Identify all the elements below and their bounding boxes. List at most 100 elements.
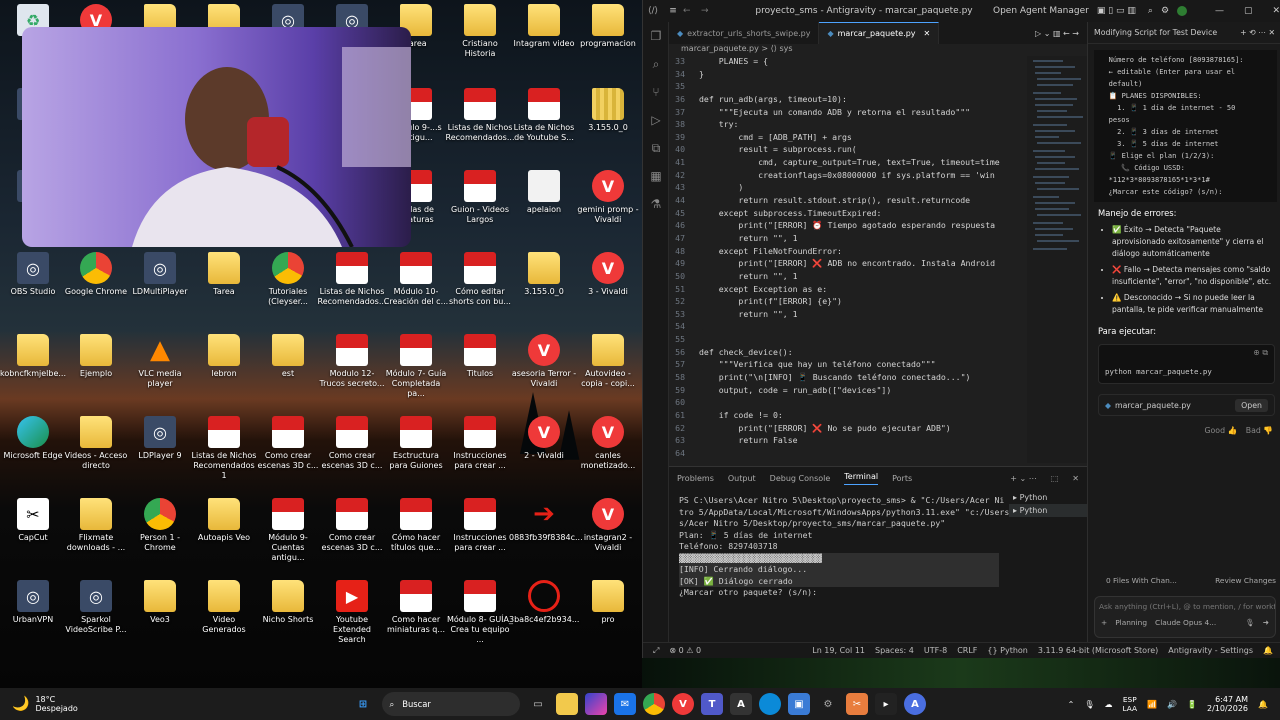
minimize-button[interactable]: — bbox=[1215, 6, 1224, 16]
desktop-icon[interactable]: Google Chrome bbox=[63, 252, 129, 326]
breadcrumb[interactable]: marcar_paquete.py > ⟨⟩ sys bbox=[669, 44, 1087, 56]
desktop-icon[interactable]: ◎ OBS Studio bbox=[0, 252, 66, 326]
tab-problems[interactable]: Problems bbox=[677, 474, 714, 483]
remote-icon[interactable]: ⧉ bbox=[643, 134, 669, 162]
desktop-icon[interactable]: ➔ 0883fb39f8384c... bbox=[509, 498, 583, 572]
copilot-icon[interactable] bbox=[585, 693, 607, 715]
desktop-icon[interactable]: Ejemplo bbox=[63, 334, 129, 408]
eol[interactable]: CRLF bbox=[957, 646, 977, 655]
code-line[interactable]: 59 output, code = run_adb(["devices"]) bbox=[669, 385, 1024, 398]
indentation[interactable]: Spaces: 4 bbox=[875, 646, 914, 655]
desktop-icon[interactable]: 3.155.0_0 bbox=[575, 88, 641, 162]
desktop-icon[interactable]: ◎ LDPlayer 9 bbox=[127, 416, 193, 490]
code-line[interactable]: 41 cmd, capture_output=True, text=True, … bbox=[669, 157, 1024, 170]
desktop-icon[interactable]: pro bbox=[575, 580, 641, 654]
start-button[interactable]: ⊞ bbox=[352, 693, 374, 715]
chat-input-box[interactable]: Ask anything (Ctrl+L), @ to mention, / f… bbox=[1094, 596, 1276, 638]
search-box[interactable]: ⌕ Buscar bbox=[381, 692, 520, 716]
code-line[interactable]: 60 bbox=[669, 397, 1024, 410]
desktop-icon[interactable]: PDF Instrucciones para crear ... bbox=[447, 416, 513, 490]
chevron-up-icon[interactable]: ⌃ bbox=[1068, 700, 1075, 709]
maximize-panel-icon[interactable]: ⬚ bbox=[1051, 474, 1059, 483]
tab-terminal[interactable]: Terminal bbox=[844, 472, 879, 485]
volume-icon[interactable]: 🔊 bbox=[1167, 700, 1177, 709]
desktop-icon[interactable]: PDF Modulo 12- Trucos secreto... bbox=[319, 334, 385, 408]
maximize-button[interactable]: ▢ bbox=[1244, 6, 1253, 16]
desktop-icon[interactable]: Vinstagran2 - Vivaldi bbox=[575, 498, 641, 572]
desktop-icon[interactable]: apelaion bbox=[511, 170, 577, 244]
code-line[interactable]: 58 print("\n[INFO] 📱 Buscando teléfono c… bbox=[669, 372, 1024, 385]
mic-tray-icon[interactable]: 🎙 bbox=[1084, 700, 1094, 709]
desktop-icon[interactable]: Tutoriales (Cleyser... bbox=[255, 252, 321, 326]
code-line[interactable]: 39 cmd = [ADB_PATH] + args bbox=[669, 132, 1024, 145]
desktop-icon[interactable]: 3.155.0_0 bbox=[511, 252, 577, 326]
desktop-icon[interactable]: PDF Módulo 7- Guía Completada pa... bbox=[383, 334, 449, 408]
good-button[interactable]: Good bbox=[1204, 426, 1225, 435]
problems-count[interactable]: ⊗ 0 ⚠ 0 bbox=[669, 646, 701, 655]
thumbs-down-icon[interactable]: 👎 bbox=[1263, 426, 1273, 435]
desktop-icon[interactable]: Intagram video bbox=[511, 4, 577, 78]
agent-actions-icon[interactable]: + ⟲ ⋯ ✕ bbox=[1240, 28, 1275, 37]
code-line[interactable]: 43 ) bbox=[669, 182, 1024, 195]
notifications-icon[interactable]: 🔔 bbox=[1263, 646, 1273, 655]
code-line[interactable]: 35 bbox=[669, 81, 1024, 94]
teams-icon[interactable]: T bbox=[701, 693, 723, 715]
desktop-icon[interactable]: PDF Listas de Nichos Recomendados... bbox=[446, 88, 514, 162]
code-line[interactable]: 52 print(f"[ERROR] {e}") bbox=[669, 296, 1024, 309]
desktop-icon[interactable]: ✂ CapCut bbox=[0, 498, 66, 572]
code-line[interactable]: 34} bbox=[669, 69, 1024, 82]
open-button[interactable]: Open bbox=[1235, 398, 1268, 412]
nav-back-icon[interactable]: ← bbox=[683, 6, 701, 16]
pinned-app-icon[interactable]: A bbox=[904, 693, 926, 715]
testing-icon[interactable]: ⚗ bbox=[643, 190, 669, 218]
code-line[interactable]: 51 except Exception as e: bbox=[669, 284, 1024, 297]
send-button[interactable]: ➜ bbox=[1263, 618, 1269, 627]
cloud-icon[interactable]: ☁ bbox=[1104, 700, 1112, 709]
open-agent-manager-button[interactable]: Open Agent Manager bbox=[993, 6, 1089, 16]
model-selector[interactable]: Claude Opus 4... bbox=[1155, 618, 1216, 627]
desktop-icon[interactable]: ◎ Sparkol VideoScribe P... bbox=[63, 580, 129, 654]
close-tab-icon[interactable]: ✕ bbox=[924, 29, 931, 38]
source-control-icon[interactable]: ⑂ bbox=[643, 78, 669, 106]
language-mode[interactable]: {} Python bbox=[987, 646, 1027, 655]
desktop-icon[interactable]: Vasesoria Terror - Vivaldi bbox=[511, 334, 577, 408]
code-line[interactable]: 36 def run_adb(args, timeout=10): bbox=[669, 94, 1024, 107]
antigravity-icon[interactable]: A bbox=[730, 693, 752, 715]
code-line[interactable]: 62 print("[ERROR] ❌ No se pudo ejecutar … bbox=[669, 423, 1024, 436]
remote-desktop-icon[interactable]: ▣ bbox=[788, 693, 810, 715]
code-line[interactable]: 49 print("[ERROR] ❌ ADB no encontrado. I… bbox=[669, 258, 1024, 271]
files-changed[interactable]: 0 Files With Chan... bbox=[1094, 576, 1177, 585]
code-line[interactable]: 48 except FileNotFoundError: bbox=[669, 246, 1024, 259]
edge-icon[interactable] bbox=[759, 693, 781, 715]
code-line[interactable]: 61 if code != 0: bbox=[669, 410, 1024, 423]
desktop-icon[interactable]: V 2 - Vivaldi bbox=[511, 416, 577, 490]
desktop-icon[interactable]: Video Generados bbox=[191, 580, 257, 654]
task-view-icon[interactable]: ▭ bbox=[527, 693, 549, 715]
run-icon[interactable]: ▷ ⌄ ▥ ← → bbox=[1035, 29, 1079, 38]
terminal-item[interactable]: ▸ Python bbox=[1009, 504, 1087, 517]
battery-icon[interactable]: 🔋 bbox=[1187, 700, 1197, 709]
terminal-icon[interactable]: ▸ bbox=[875, 693, 897, 715]
chrome-icon[interactable] bbox=[643, 693, 665, 715]
mic-icon[interactable]: 🎙 bbox=[1245, 618, 1254, 627]
desktop-icon[interactable]: kobncfkmjelbe... bbox=[0, 334, 66, 408]
menu-icon[interactable]: ≡ bbox=[663, 6, 683, 16]
desktop-icon[interactable]: Person 1 - Chrome bbox=[127, 498, 193, 572]
desktop-icon[interactable]: PDF Módulo 10- Creación del c... bbox=[383, 252, 449, 326]
ldplayer-icon[interactable]: ⚙ bbox=[817, 693, 839, 715]
desktop-icon[interactable]: PDF Instrucciones para crear ... bbox=[447, 498, 513, 572]
desktop-icon[interactable]: PDF Lista de Nichos de Youtube S... bbox=[511, 88, 577, 162]
tab-extractor[interactable]: ◆ extractor_urls_shorts_swipe.py bbox=[669, 22, 820, 44]
tab-debug-console[interactable]: Debug Console bbox=[770, 474, 831, 483]
code-editor[interactable]: 33 PLANES = {34} 35 36 def run_adb(args, ti… bbox=[669, 56, 1024, 463]
desktop-icon[interactable]: PDF Como crear escenas 3D c... bbox=[319, 498, 385, 572]
new-terminal-icon[interactable]: + ⌄ ⋯ bbox=[1010, 474, 1037, 483]
python-interpreter[interactable]: 3.11.9 64-bit (Microsoft Store) bbox=[1038, 646, 1158, 655]
nav-forward-icon[interactable]: → bbox=[701, 6, 719, 16]
account-avatar[interactable] bbox=[1177, 6, 1188, 16]
tab-marcar-paquete[interactable]: ◆ marcar_paquete.py ✕ bbox=[819, 22, 940, 44]
copy-icon[interactable]: ⊕ ⧉ bbox=[1253, 348, 1268, 358]
desktop-icon[interactable]: Videos - Acceso directo bbox=[63, 416, 129, 490]
desktop-icon[interactable]: Nicho Shorts bbox=[255, 580, 321, 654]
add-context-icon[interactable]: + bbox=[1101, 618, 1107, 627]
